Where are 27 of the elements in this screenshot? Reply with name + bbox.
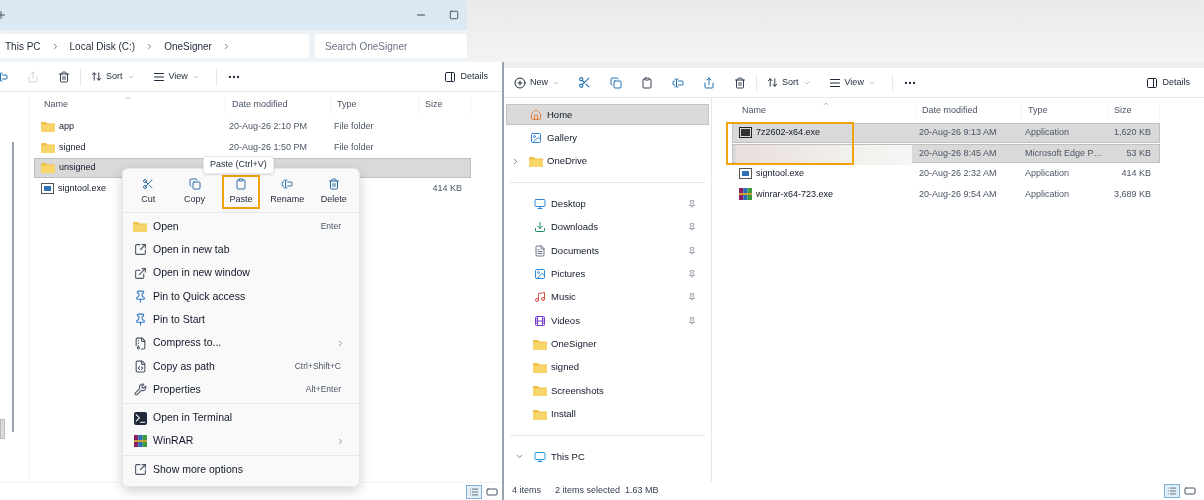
- file-name: signtool.exe: [756, 167, 805, 180]
- date-cell: 20-Aug-26 9:54 AM: [919, 188, 997, 199]
- type-cell: File folder: [334, 141, 374, 152]
- tooltip: Paste (Ctrl+V): [203, 156, 274, 174]
- selection-info: 2 items selected 1.63 MB: [555, 484, 659, 498]
- file-name: app: [59, 120, 75, 133]
- type-cell: Microsoft Edge P…: [1025, 147, 1103, 158]
- date-cell: 20-Aug-26 9:13 AM: [919, 127, 997, 137]
- size-cell: 414 KB: [432, 181, 462, 195]
- type-cell: File folder: [334, 121, 374, 131]
- file-name: 7z2602-x64.exe: [756, 126, 821, 139]
- file-name: unsigned: [59, 161, 96, 174]
- date-cell: 20-Aug-26 2:10 PM: [229, 121, 308, 131]
- date-cell: 20-Aug-26 8:45 AM: [919, 147, 997, 158]
- type-cell: Application: [1025, 168, 1070, 178]
- type-cell: Application: [1025, 127, 1070, 137]
- size-cell-text: 1,620 KB: [1113, 126, 1151, 139]
- file-name: winrar-x64-723.exe: [756, 187, 834, 201]
- file-name: signtool.exe: [58, 181, 107, 195]
- size-cell: 53 KB: [1126, 146, 1151, 160]
- file-name: signed: [59, 140, 86, 154]
- item-count: 4 items: [512, 484, 541, 498]
- type-cell: Application: [1025, 188, 1070, 199]
- date-cell: 20-Aug-26 1:50 PM: [229, 141, 308, 152]
- size-cell: 3,689 KB: [1113, 187, 1151, 201]
- size-cell-text: 414 KB: [1121, 167, 1151, 180]
- date-cell: 20-Aug-26 2:32 AM: [919, 168, 997, 178]
